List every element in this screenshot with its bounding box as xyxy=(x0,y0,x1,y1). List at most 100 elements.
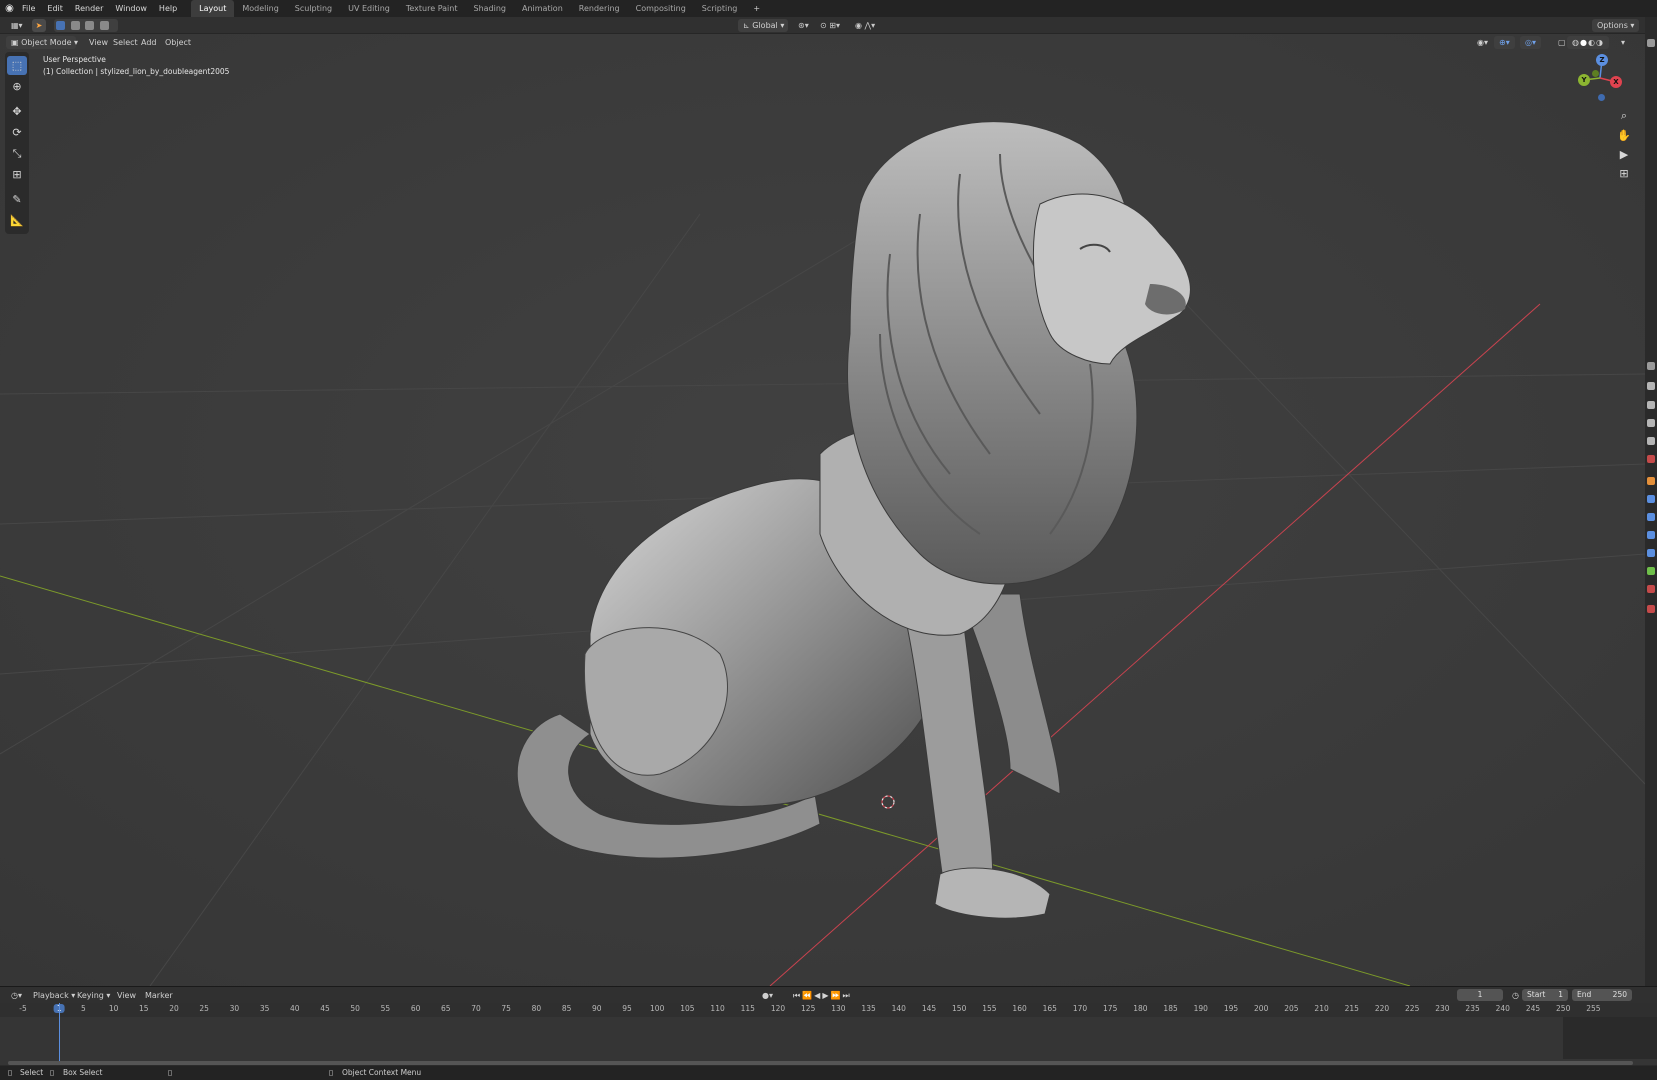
snap-icon[interactable]: ⊙ ⊞▾ xyxy=(815,19,845,32)
pivot-point-icon[interactable]: ⊛▾ xyxy=(793,19,814,32)
tab-shading[interactable]: Shading xyxy=(465,0,514,17)
select-box-tool-icon[interactable]: ⬚ xyxy=(7,56,27,75)
zoom-icon[interactable]: ⌕ xyxy=(1617,109,1631,123)
add-menu[interactable]: Add xyxy=(136,36,162,49)
gizmo-toggle-icon[interactable]: ⊕▾ xyxy=(1494,36,1515,49)
prev-keyframe-icon[interactable]: ⏪ xyxy=(802,991,814,1000)
overlay-toggle-icon[interactable]: ◎▾ xyxy=(1520,36,1541,49)
start-frame-field[interactable]: Start 1 xyxy=(1522,989,1568,1001)
particles-properties-icon[interactable] xyxy=(1647,513,1655,521)
data-properties-icon[interactable] xyxy=(1647,567,1655,575)
tool-properties-icon[interactable] xyxy=(1647,362,1655,370)
status-bar: ▯ Select ▯ Box Select ▯ ▯ Object Context… xyxy=(0,1066,1657,1080)
frame-tick-label: 255 xyxy=(1586,1004,1601,1013)
extend-selection-icon[interactable] xyxy=(70,21,80,30)
current-frame-field[interactable]: 1 xyxy=(1457,989,1503,1001)
menu-window[interactable]: Window xyxy=(109,0,153,17)
menu-edit[interactable]: Edit xyxy=(41,0,69,17)
tab-rendering[interactable]: Rendering xyxy=(571,0,628,17)
frame-tick-label: 220 xyxy=(1374,1004,1390,1013)
tab-compositing[interactable]: Compositing xyxy=(628,0,694,17)
marker-menu[interactable]: Marker xyxy=(140,989,178,1002)
subtract-selection-icon[interactable] xyxy=(85,21,95,30)
timeline-view-menu[interactable]: View xyxy=(112,989,141,1002)
wireframe-shading-icon[interactable]: ◍ xyxy=(1572,38,1580,47)
menu-help[interactable]: Help xyxy=(153,0,183,17)
options-dropdown[interactable]: Options ▾ xyxy=(1592,19,1640,32)
tab-scripting[interactable]: Scripting xyxy=(694,0,746,17)
end-frame-field[interactable]: End 250 xyxy=(1572,989,1632,1001)
gizmo-negative-z[interactable] xyxy=(1598,94,1605,101)
keying-menu[interactable]: Keying ▾ xyxy=(72,989,115,1002)
pan-hand-icon[interactable]: ✋ xyxy=(1617,129,1631,143)
3d-viewport[interactable]: ▣ Object Mode ▾ View Select Add Object ◉… xyxy=(0,34,1645,986)
proportional-editing-icon[interactable]: ◉ ⋀▾ xyxy=(850,19,880,32)
tab-uv-editing[interactable]: UV Editing xyxy=(340,0,398,17)
rotate-tool-icon[interactable]: ⟳ xyxy=(7,123,27,142)
material-shading-icon[interactable]: ◐ xyxy=(1588,38,1596,47)
camera-view-icon[interactable]: ▶ xyxy=(1617,148,1631,162)
menu-render[interactable]: Render xyxy=(69,0,109,17)
frame-tick-label: 85 xyxy=(561,1004,572,1013)
auto-keying-icon[interactable]: ●▾ xyxy=(757,989,778,1002)
outliner-icon[interactable] xyxy=(1647,39,1655,47)
tab-animation[interactable]: Animation xyxy=(514,0,571,17)
shading-options-icon[interactable]: ▾ xyxy=(1616,36,1630,49)
gizmo-y-axis[interactable]: Y xyxy=(1578,74,1590,86)
select-tool-icon[interactable]: ➤ xyxy=(32,19,46,32)
tab-texture-paint[interactable]: Texture Paint xyxy=(398,0,466,17)
frame-tick-label: 115 xyxy=(740,1004,755,1013)
timeline-scrollbar[interactable] xyxy=(8,1061,1633,1065)
gizmo-z-axis[interactable]: Z xyxy=(1596,54,1608,66)
rendered-shading-icon[interactable]: ◑ xyxy=(1596,38,1604,47)
output-properties-icon[interactable] xyxy=(1647,401,1655,409)
frame-tick-label: 20 xyxy=(169,1004,179,1013)
blender-logo-icon[interactable]: ◉ xyxy=(0,3,16,14)
move-tool-icon[interactable]: ✥ xyxy=(7,102,27,121)
timeline-frames-area[interactable] xyxy=(0,1017,1657,1065)
perspective-toggle-icon[interactable]: ⊞ xyxy=(1617,167,1631,181)
solid-shading-icon[interactable]: ● xyxy=(1580,38,1588,47)
playback-controls[interactable]: ⏮⏪◀▶⏩⏭ xyxy=(788,989,857,1002)
measure-tool-icon[interactable]: 📐 xyxy=(7,211,27,230)
modifier-properties-icon[interactable] xyxy=(1647,495,1655,503)
frame-tick-label: 25 xyxy=(199,1004,209,1013)
shading-mode-icons[interactable]: ◍●◐◑ xyxy=(1567,36,1609,49)
render-properties-icon[interactable] xyxy=(1647,382,1655,390)
visibility-icon[interactable]: ◉▾ xyxy=(1472,36,1493,49)
object-properties-icon[interactable] xyxy=(1647,477,1655,485)
navigation-gizmo[interactable]: Z Y X xyxy=(1574,52,1624,102)
object-menu[interactable]: Object xyxy=(160,36,196,49)
scene-properties-icon[interactable] xyxy=(1647,437,1655,445)
next-keyframe-icon[interactable]: ⏩ xyxy=(830,991,842,1000)
jump-end-icon[interactable]: ⏭ xyxy=(842,991,851,1000)
invert-selection-icon[interactable] xyxy=(99,21,109,30)
scale-tool-icon[interactable]: ⤡ xyxy=(7,144,27,163)
cursor-tool-icon[interactable]: ⊕ xyxy=(7,77,27,96)
gizmo-x-axis[interactable]: X xyxy=(1610,76,1622,88)
add-workspace-button[interactable]: + xyxy=(745,0,768,17)
jump-start-icon[interactable]: ⏮ xyxy=(793,991,802,1000)
physics-properties-icon[interactable] xyxy=(1647,531,1655,539)
tab-modeling[interactable]: Modeling xyxy=(234,0,286,17)
timeline-editor-type-icon[interactable]: ◷▾ xyxy=(6,989,27,1002)
transform-orientation-dropdown[interactable]: ⊾ Global ▾ xyxy=(738,19,788,32)
frame-tick-label: 70 xyxy=(471,1004,481,1013)
viewport-scene[interactable] xyxy=(0,34,1645,986)
object-mode-dropdown[interactable]: ▣ Object Mode ▾ xyxy=(6,36,78,49)
annotate-tool-icon[interactable]: ✎ xyxy=(7,190,27,209)
gizmo-negative-y[interactable] xyxy=(1592,70,1599,77)
tab-sculpting[interactable]: Sculpting xyxy=(287,0,340,17)
selection-mode-icons[interactable] xyxy=(54,19,118,32)
constraints-properties-icon[interactable] xyxy=(1647,549,1655,557)
texture-properties-icon[interactable] xyxy=(1647,605,1655,613)
menu-file[interactable]: File xyxy=(16,0,41,17)
view-layer-icon[interactable] xyxy=(1647,419,1655,427)
transform-tool-icon[interactable]: ⊞ xyxy=(7,165,27,184)
tab-layout[interactable]: Layout xyxy=(191,0,235,17)
frame-ruler[interactable]: -515101520253035404550556065707580859095… xyxy=(0,1003,1657,1017)
editor-type-icon[interactable]: ▦▾ xyxy=(6,19,28,32)
set-selection-icon[interactable] xyxy=(56,21,65,30)
material-properties-icon[interactable] xyxy=(1647,585,1655,593)
world-properties-icon[interactable] xyxy=(1647,455,1655,463)
